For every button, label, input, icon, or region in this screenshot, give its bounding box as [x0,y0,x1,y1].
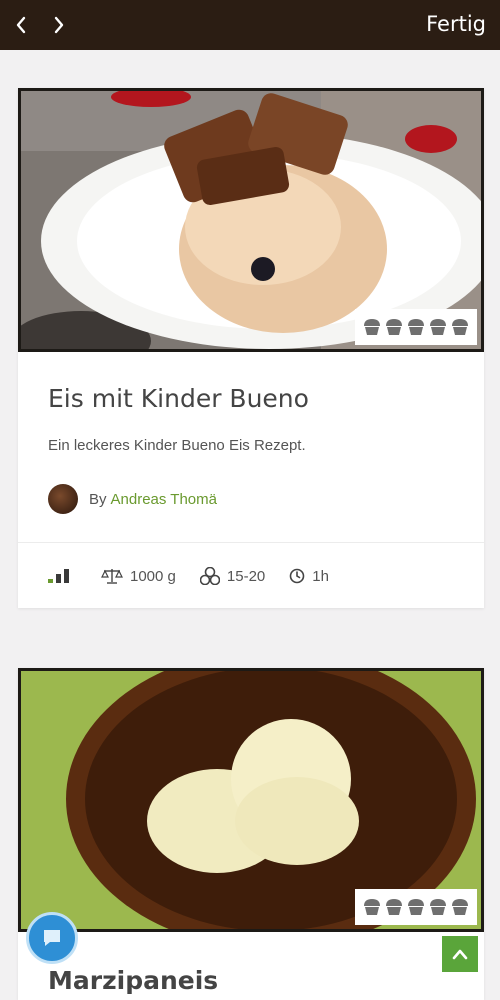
recipe-description: Ein leckeres Kinder Bueno Eis Rezept. [48,437,306,454]
muffin-icon [452,899,468,915]
difficulty-bars-icon [48,569,69,583]
chat-bubble-icon [44,930,60,946]
difficulty-indicator [48,569,77,583]
recipe-title[interactable]: Marzipaneis [48,966,218,995]
weight-item: 1000 g [101,568,176,585]
done-button[interactable]: Fertig [426,12,486,36]
author-link[interactable]: Andreas Thomä [111,491,217,508]
recipe-card[interactable]: Marzipaneis [18,668,484,1000]
difficulty-rating [355,309,477,345]
muffin-icon [386,319,402,335]
scroll-to-top-button[interactable] [442,936,478,972]
avatar[interactable] [48,484,78,514]
forward-button[interactable] [46,10,72,40]
difficulty-rating [355,889,477,925]
recipe-meta: 1000 g 15-20 1h [48,564,353,588]
top-bar: Fertig [0,0,500,50]
muffin-icon [364,319,380,335]
servings-icon [199,567,220,585]
muffin-icon [452,319,468,335]
by-label: By [89,490,107,508]
servings-item: 15-20 [199,567,266,585]
muffin-icon [408,319,424,335]
muffin-icon [430,899,446,915]
clock-icon [289,568,305,584]
chevron-up-icon [452,949,468,960]
muffin-icon [364,899,380,915]
recipe-title[interactable]: Eis mit Kinder Bueno [48,384,309,413]
chevron-right-icon [54,16,64,34]
time-item: 1h [289,568,329,585]
recipe-photo[interactable] [18,668,484,932]
recipe-photo[interactable] [18,88,484,352]
muffin-icon [386,899,402,915]
back-button[interactable] [8,10,34,40]
muffin-icon [408,899,424,915]
weight-value: 1000 g [130,567,176,585]
servings-value: 15-20 [226,567,266,585]
author-row: By Andreas Thomä [48,484,217,514]
chat-button[interactable] [26,912,78,964]
divider [18,542,484,543]
muffin-icon [430,319,446,335]
time-value: 1h [312,567,329,585]
chevron-left-icon [16,16,26,34]
recipe-card[interactable]: Eis mit Kinder Bueno Ein leckeres Kinder… [18,88,484,608]
scale-icon [101,569,123,584]
